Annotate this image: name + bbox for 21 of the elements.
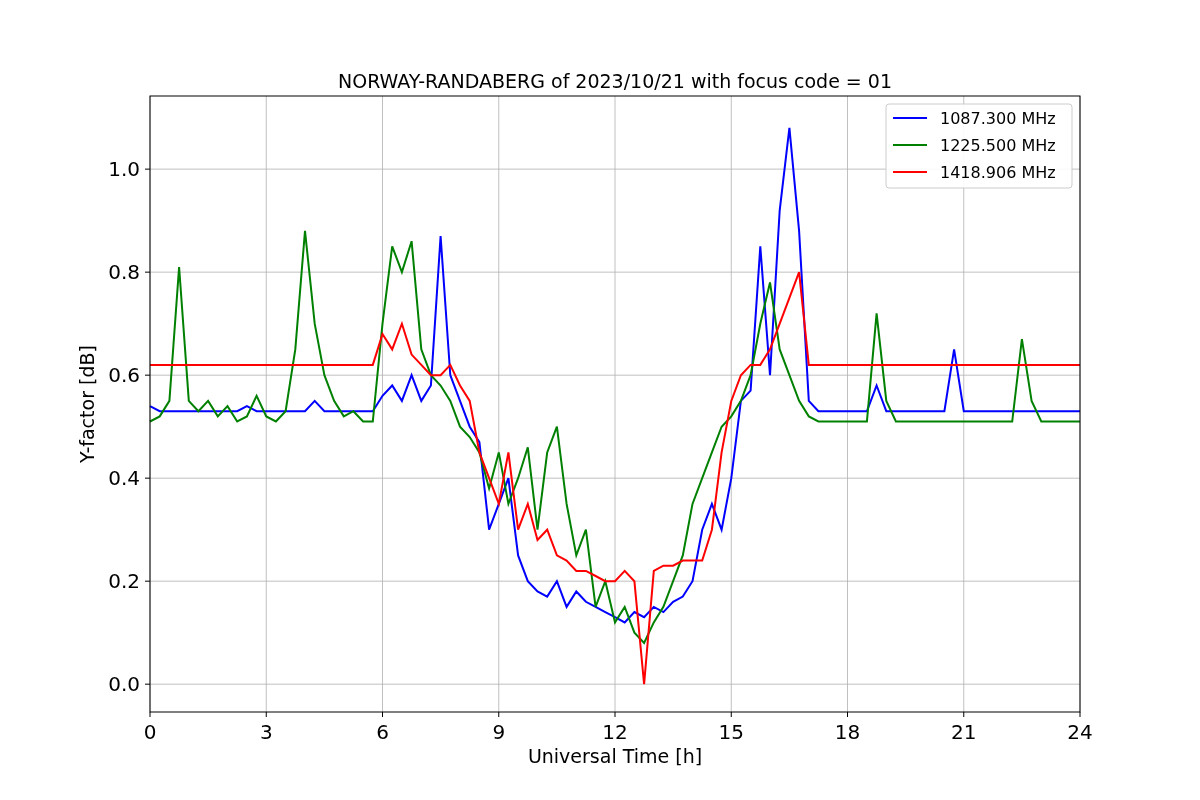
x-tick-label: 18 xyxy=(834,720,861,744)
legend-label: 1418.906 MHz xyxy=(940,163,1056,182)
legend-label: 1225.500 MHz xyxy=(940,136,1056,155)
chart-title: NORWAY-RANDABERG of 2023/10/21 with focus code = 01 xyxy=(338,70,892,92)
y-tick-label: 0.8 xyxy=(108,260,140,285)
y-tick-label: 0.6 xyxy=(108,363,140,388)
y-tick-label: 0.2 xyxy=(108,569,140,594)
x-tick-label: 6 xyxy=(376,720,389,744)
legend-label: 1087.300 MHz xyxy=(940,109,1056,128)
x-tick-label: 0 xyxy=(143,720,157,744)
x-tick-label: 12 xyxy=(602,720,628,744)
x-tick-label: 21 xyxy=(951,720,977,744)
x-tick-label: 24 xyxy=(1067,720,1093,744)
y-tick-label: 0.0 xyxy=(108,672,140,697)
y-axis-label: Y-factor [dB] xyxy=(76,345,98,463)
y-tick-label: 0.4 xyxy=(108,466,140,491)
x-axis-label: Universal Time [h] xyxy=(527,745,703,767)
x-tick-label: 15 xyxy=(718,720,744,744)
x-tick-label: 3 xyxy=(259,720,273,744)
x-tick-label: 9 xyxy=(492,720,506,744)
y-tick-label: 1.0 xyxy=(108,157,140,182)
